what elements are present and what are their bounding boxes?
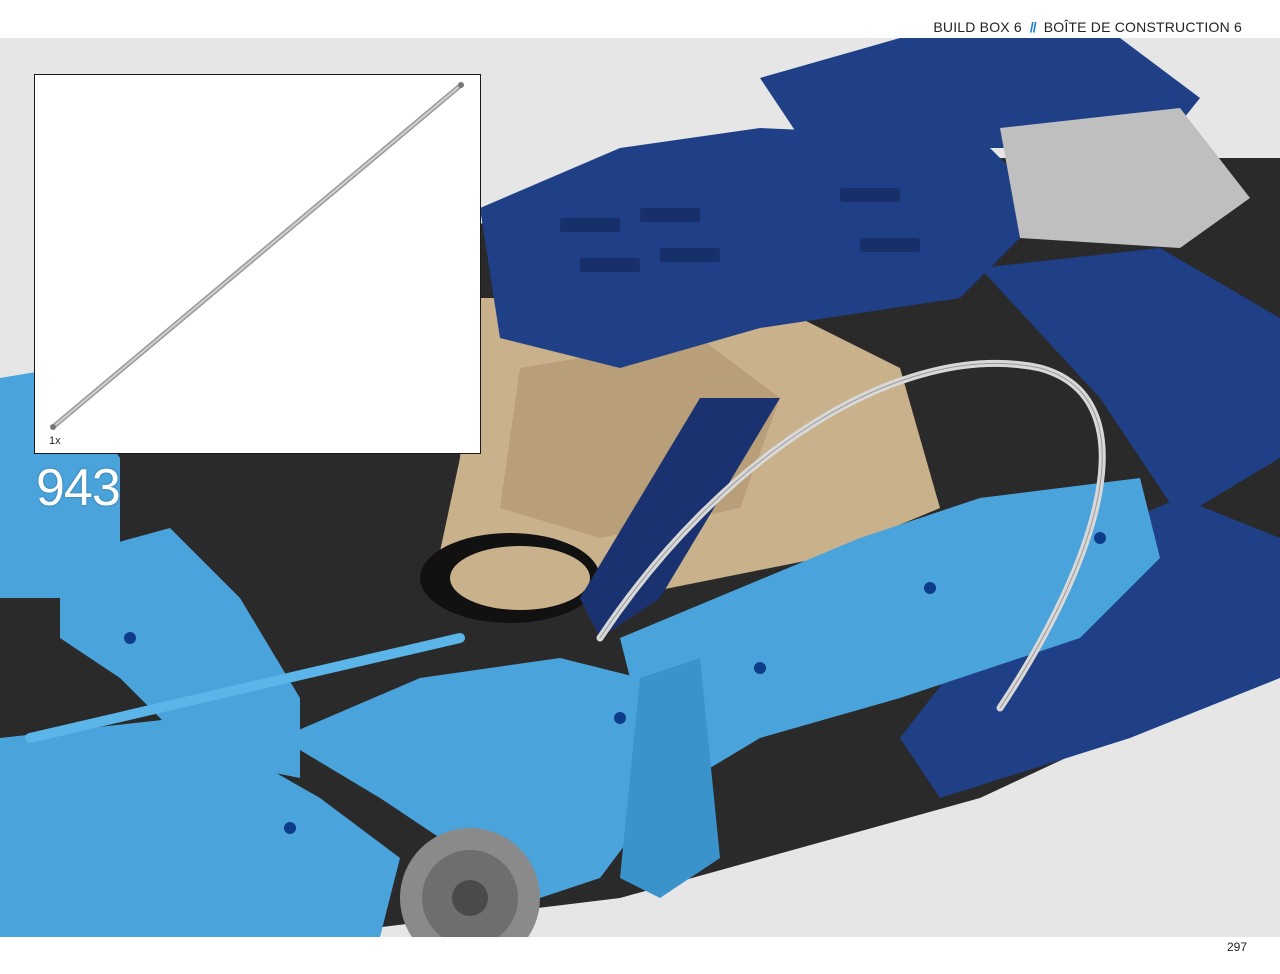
header-box-label-french: BOÎTE DE CONSTRUCTION 6 [1043,19,1242,35]
flexible-axle-icon [50,82,464,430]
step-number: 943 [36,459,121,517]
header-separator: // [1029,19,1037,35]
header-box-label: BUILD BOX 6 [933,19,1022,35]
page-number: 297 [1226,940,1247,954]
build-box-header: BUILD BOX 6 // BOÎTE DE CONSTRUCTION 6 [933,17,1242,37]
part-quantity: 1x [49,435,61,447]
parts-callout-box: 1x [34,74,481,454]
